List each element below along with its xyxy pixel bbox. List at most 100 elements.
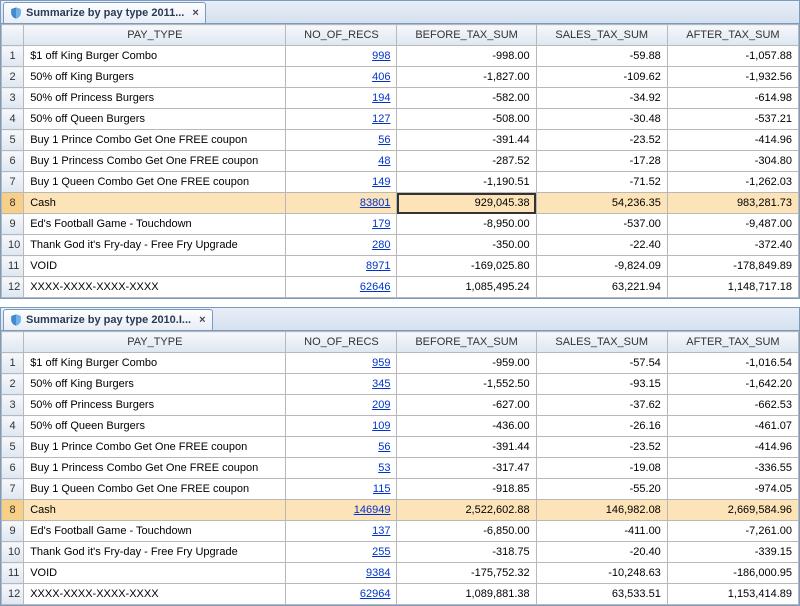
cell-pay-type[interactable]: VOID <box>24 256 286 277</box>
cell-no-of-recs[interactable]: 62964 <box>286 584 397 605</box>
cell-no-of-recs[interactable]: 998 <box>286 46 397 67</box>
table-row[interactable]: 350% off Princess Burgers194-582.00-34.9… <box>2 88 799 109</box>
cell-after-tax-sum[interactable]: -1,262.03 <box>667 172 798 193</box>
table-row[interactable]: 8Cash1469492,522,602.88146,982.082,669,5… <box>2 500 799 521</box>
cell-sales-tax-sum[interactable]: -30.48 <box>536 109 667 130</box>
cell-after-tax-sum[interactable]: -304.80 <box>667 151 798 172</box>
recs-link[interactable]: 115 <box>373 483 391 495</box>
recs-link[interactable]: 56 <box>378 134 390 146</box>
cell-no-of-recs[interactable]: 83801 <box>286 193 397 214</box>
row-number[interactable]: 3 <box>2 88 24 109</box>
cell-pay-type[interactable]: Ed's Football Game - Touchdown <box>24 214 286 235</box>
cell-pay-type[interactable]: Buy 1 Princess Combo Get One FREE coupon <box>24 151 286 172</box>
cell-before-tax-sum[interactable]: -1,827.00 <box>397 67 536 88</box>
cell-pay-type[interactable]: Buy 1 Princess Combo Get One FREE coupon <box>24 458 286 479</box>
cell-before-tax-sum[interactable]: 2,522,602.88 <box>397 500 536 521</box>
cell-sales-tax-sum[interactable]: -23.52 <box>536 130 667 151</box>
cell-before-tax-sum[interactable]: -959.00 <box>397 353 536 374</box>
cell-no-of-recs[interactable]: 345 <box>286 374 397 395</box>
recs-link[interactable]: 62964 <box>360 588 391 600</box>
column-header[interactable]: BEFORE_TAX_SUM <box>397 25 536 46</box>
recs-link[interactable]: 149 <box>372 176 390 188</box>
cell-pay-type[interactable]: $1 off King Burger Combo <box>24 353 286 374</box>
cell-pay-type[interactable]: 50% off King Burgers <box>24 374 286 395</box>
cell-sales-tax-sum[interactable]: 146,982.08 <box>536 500 667 521</box>
cell-before-tax-sum[interactable]: 929,045.38 <box>397 193 536 214</box>
row-number[interactable]: 12 <box>2 277 24 298</box>
column-header[interactable]: AFTER_TAX_SUM <box>667 25 798 46</box>
cell-before-tax-sum[interactable]: -918.85 <box>397 479 536 500</box>
recs-link[interactable]: 998 <box>372 50 390 62</box>
table-row[interactable]: 8Cash83801929,045.3854,236.35983,281.73 <box>2 193 799 214</box>
column-header[interactable]: AFTER_TAX_SUM <box>667 332 798 353</box>
cell-before-tax-sum[interactable]: -998.00 <box>397 46 536 67</box>
cell-before-tax-sum[interactable]: -169,025.80 <box>397 256 536 277</box>
cell-after-tax-sum[interactable]: 1,148,717.18 <box>667 277 798 298</box>
cell-pay-type[interactable]: $1 off King Burger Combo <box>24 46 286 67</box>
table-row[interactable]: 7Buy 1 Queen Combo Get One FREE coupon11… <box>2 479 799 500</box>
cell-no-of-recs[interactable]: 115 <box>286 479 397 500</box>
table-row[interactable]: 1$1 off King Burger Combo998-998.00-59.8… <box>2 46 799 67</box>
cell-pay-type[interactable]: Buy 1 Queen Combo Get One FREE coupon <box>24 172 286 193</box>
cell-pay-type[interactable]: 50% off Princess Burgers <box>24 88 286 109</box>
row-number[interactable]: 1 <box>2 353 24 374</box>
recs-link[interactable]: 137 <box>372 525 390 537</box>
cell-sales-tax-sum[interactable]: -411.00 <box>536 521 667 542</box>
cell-sales-tax-sum[interactable]: -20.40 <box>536 542 667 563</box>
column-header[interactable]: PAY_TYPE <box>24 25 286 46</box>
tab[interactable]: Summarize by pay type 2011...× <box>3 2 206 23</box>
cell-pay-type[interactable]: VOID <box>24 563 286 584</box>
cell-no-of-recs[interactable]: 53 <box>286 458 397 479</box>
cell-before-tax-sum[interactable]: -8,950.00 <box>397 214 536 235</box>
cell-sales-tax-sum[interactable]: -9,824.09 <box>536 256 667 277</box>
column-header[interactable]: NO_OF_RECS <box>286 25 397 46</box>
row-number[interactable]: 9 <box>2 521 24 542</box>
recs-link[interactable]: 194 <box>372 92 390 104</box>
cell-after-tax-sum[interactable]: -414.96 <box>667 130 798 151</box>
recs-link[interactable]: 56 <box>378 441 390 453</box>
rownum-header[interactable] <box>2 332 24 353</box>
cell-sales-tax-sum[interactable]: -71.52 <box>536 172 667 193</box>
cell-no-of-recs[interactable]: 194 <box>286 88 397 109</box>
cell-before-tax-sum[interactable]: -287.52 <box>397 151 536 172</box>
row-number[interactable]: 10 <box>2 542 24 563</box>
cell-sales-tax-sum[interactable]: -109.62 <box>536 67 667 88</box>
row-number[interactable]: 5 <box>2 130 24 151</box>
cell-sales-tax-sum[interactable]: -23.52 <box>536 437 667 458</box>
data-grid[interactable]: PAY_TYPENO_OF_RECSBEFORE_TAX_SUMSALES_TA… <box>1 24 799 298</box>
cell-before-tax-sum[interactable]: -1,190.51 <box>397 172 536 193</box>
cell-before-tax-sum[interactable]: -317.47 <box>397 458 536 479</box>
cell-after-tax-sum[interactable]: -7,261.00 <box>667 521 798 542</box>
column-header[interactable]: SALES_TAX_SUM <box>536 25 667 46</box>
cell-sales-tax-sum[interactable]: -55.20 <box>536 479 667 500</box>
cell-before-tax-sum[interactable]: -508.00 <box>397 109 536 130</box>
cell-after-tax-sum[interactable]: -1,932.56 <box>667 67 798 88</box>
cell-sales-tax-sum[interactable]: 63,533.51 <box>536 584 667 605</box>
cell-no-of-recs[interactable]: 137 <box>286 521 397 542</box>
row-number[interactable]: 6 <box>2 458 24 479</box>
cell-pay-type[interactable]: Ed's Football Game - Touchdown <box>24 521 286 542</box>
cell-after-tax-sum[interactable]: 1,153,414.89 <box>667 584 798 605</box>
close-icon[interactable]: × <box>199 314 205 326</box>
table-row[interactable]: 5Buy 1 Prince Combo Get One FREE coupon5… <box>2 130 799 151</box>
cell-pay-type[interactable]: Cash <box>24 193 286 214</box>
table-row[interactable]: 350% off Princess Burgers209-627.00-37.6… <box>2 395 799 416</box>
cell-sales-tax-sum[interactable]: -57.54 <box>536 353 667 374</box>
row-number[interactable]: 6 <box>2 151 24 172</box>
tab[interactable]: Summarize by pay type 2010.I...× <box>3 309 213 330</box>
row-number[interactable]: 2 <box>2 374 24 395</box>
cell-pay-type[interactable]: Buy 1 Prince Combo Get One FREE coupon <box>24 437 286 458</box>
column-header[interactable]: PAY_TYPE <box>24 332 286 353</box>
cell-after-tax-sum[interactable]: 2,669,584.96 <box>667 500 798 521</box>
cell-before-tax-sum[interactable]: -627.00 <box>397 395 536 416</box>
table-row[interactable]: 9Ed's Football Game - Touchdown179-8,950… <box>2 214 799 235</box>
cell-before-tax-sum[interactable]: -6,850.00 <box>397 521 536 542</box>
row-number[interactable]: 8 <box>2 500 24 521</box>
row-number[interactable]: 5 <box>2 437 24 458</box>
table-row[interactable]: 10Thank God it's Fry-day - Free Fry Upgr… <box>2 235 799 256</box>
cell-after-tax-sum[interactable]: -9,487.00 <box>667 214 798 235</box>
cell-pay-type[interactable]: XXXX-XXXX-XXXX-XXXX <box>24 277 286 298</box>
cell-no-of-recs[interactable]: 280 <box>286 235 397 256</box>
recs-link[interactable]: 280 <box>372 239 390 251</box>
recs-link[interactable]: 959 <box>372 357 390 369</box>
